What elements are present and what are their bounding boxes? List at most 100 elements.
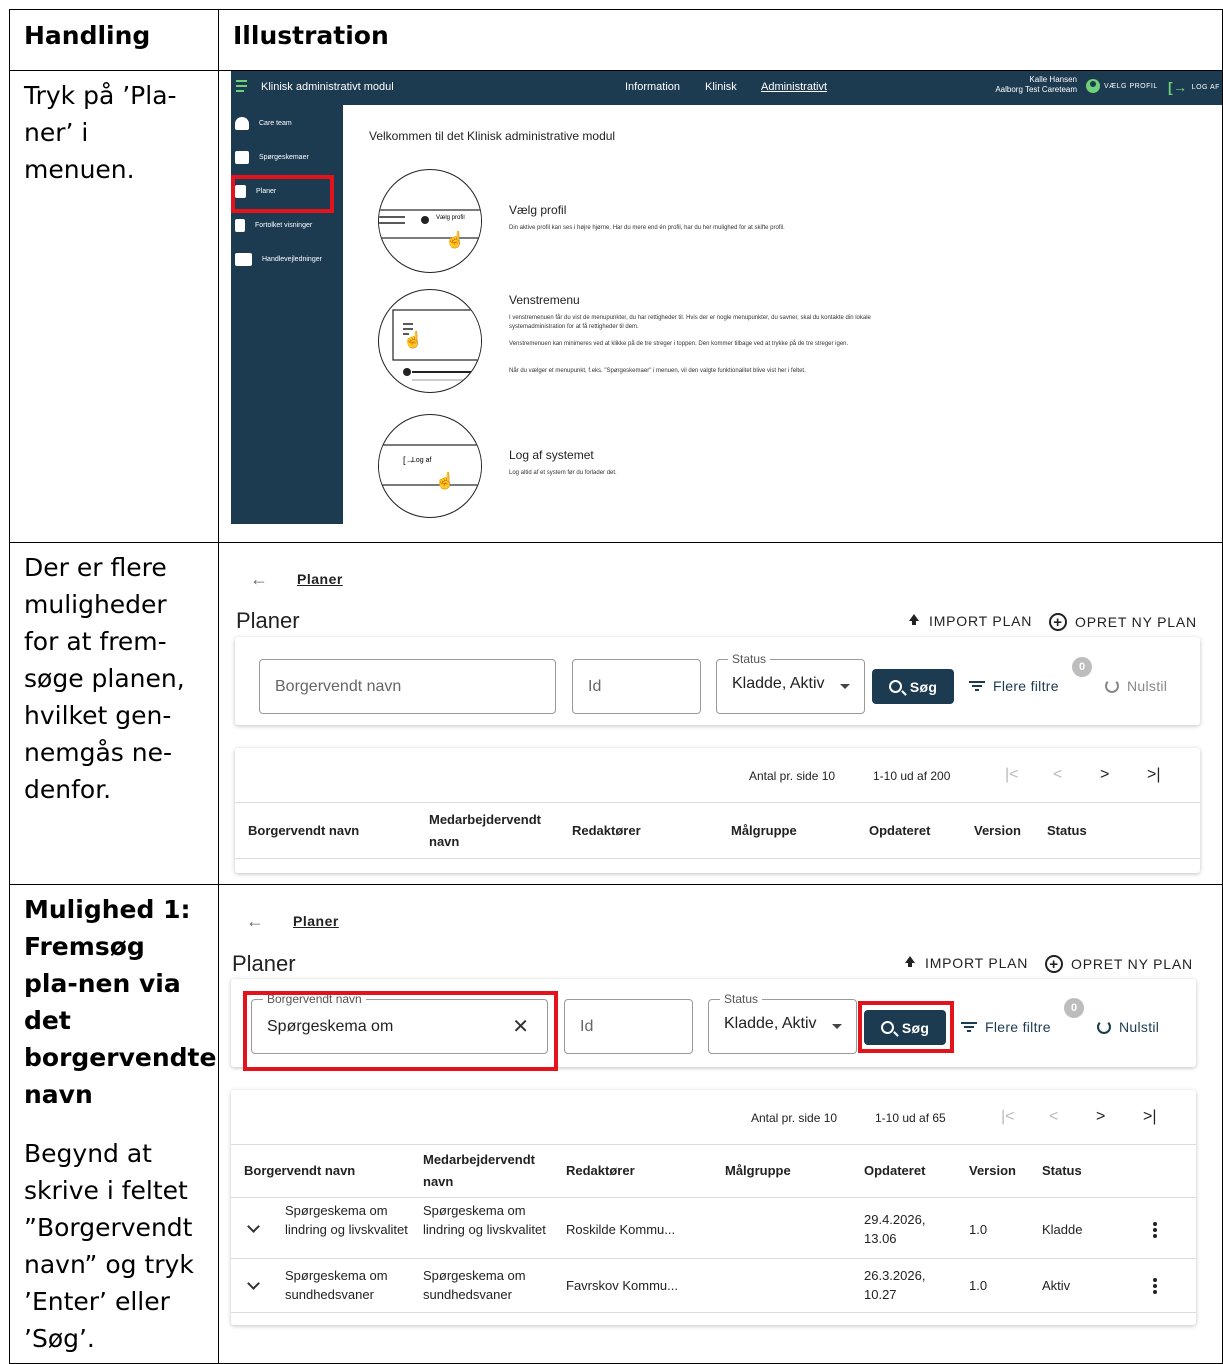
create-plan-button[interactable]: + OPRET NY PLAN (1049, 613, 1197, 631)
last-page-icon[interactable]: >| (1147, 766, 1161, 784)
id-input[interactable]: Id (572, 659, 701, 714)
more-vert-icon[interactable] (1153, 1278, 1157, 1296)
col-header-target-group[interactable]: Målgruppe (725, 1160, 791, 1182)
more-filters-button[interactable]: Flere filtre (961, 1019, 1051, 1035)
user-info: Kalle Hansen Aalborg Test Careteam (991, 75, 1077, 95)
pagination-bar: Antal pr. side 10 1-10 ud af 200 |< < > … (235, 748, 1200, 803)
menu-illustration: ☝ (378, 289, 482, 393)
nav-klinisk[interactable]: Klinisk (705, 81, 737, 93)
add-circle-icon: + (1045, 955, 1063, 973)
id-placeholder: Id (580, 1018, 594, 1035)
sidebar-item-care-team[interactable]: Care team (231, 107, 343, 139)
step-1-illustration: Klinisk administrativt modul Information… (218, 70, 1223, 543)
create-plan-button[interactable]: + OPRET NY PLAN (1045, 955, 1193, 973)
first-page-icon[interactable]: |< (1005, 766, 1019, 784)
sidebar-item-questionnaires[interactable]: Spørgeskemaer (231, 141, 343, 173)
col-header-updated[interactable]: Opdateret (869, 820, 930, 842)
create-plan-label: OPRET NY PLAN (1075, 614, 1197, 630)
breadcrumb-planer[interactable]: Planer (297, 571, 343, 587)
cell-version: 1.0 (969, 1278, 988, 1293)
app-sidebar: Care team Spørgeskemaer Planer Fortolket… (231, 105, 343, 524)
more-filters-button[interactable]: Flere filtre (969, 678, 1059, 694)
add-circle-icon: + (1049, 613, 1067, 631)
status-select[interactable]: Status Kladde, Aktiv (716, 652, 865, 714)
breadcrumb-planer[interactable]: Planer (293, 913, 339, 929)
header-illustration: Illustration (218, 9, 1223, 71)
logout-button[interactable]: [→ LOG AF (1168, 79, 1220, 95)
status-label: Status (720, 992, 763, 1006)
col-header-status[interactable]: Status (1047, 820, 1087, 842)
reset-label: Nulstil (1119, 1019, 1160, 1035)
section-title-menu: Venstremenu (509, 293, 580, 307)
col-header-status[interactable]: Status (1042, 1160, 1082, 1182)
name-placeholder: Borgervendt navn (275, 678, 402, 695)
status-value: Kladde, Aktiv (732, 675, 825, 692)
step-3-text: Mulighed 1: Fremsøg pla-nen via det borg… (9, 884, 219, 1364)
prev-page-icon[interactable]: < (1053, 766, 1062, 784)
create-plan-label: OPRET NY PLAN (1071, 956, 1193, 972)
expand-chevron-icon[interactable] (247, 1220, 260, 1233)
import-plan-button[interactable]: IMPORT PLAN (903, 955, 1028, 971)
step-1-text: Tryk på ’Pla-ner’ i menuen. (9, 70, 219, 543)
sidebar-item-fortolket-visninger[interactable]: Fortolket visninger (231, 209, 343, 241)
prev-page-icon[interactable]: < (1049, 1108, 1058, 1126)
plan-table: Antal pr. side 10 1-10 ud af 200 |< < > … (235, 748, 1200, 873)
col-header-version[interactable]: Version (974, 820, 1021, 842)
nav-information[interactable]: Information (625, 81, 680, 93)
next-page-icon[interactable]: > (1096, 1108, 1105, 1126)
people-icon (235, 116, 249, 130)
step-1-instruction: Tryk på ’Pla-ner’ i menuen. (24, 81, 177, 184)
col-header-editors[interactable]: Redaktører (572, 820, 641, 842)
cell-editor: Favrskov Kommu... (566, 1278, 678, 1293)
logout-icon: [→ (1168, 79, 1188, 95)
cell-version: 1.0 (969, 1222, 988, 1237)
next-page-icon[interactable]: > (1100, 766, 1109, 784)
reset-button[interactable]: Nulstil (1105, 678, 1167, 694)
section-text-profile: Din aktive profil kan ses i højre hjørne… (509, 225, 785, 231)
first-page-icon[interactable]: |< (1001, 1108, 1015, 1126)
col-header-target-group[interactable]: Målgruppe (731, 820, 797, 842)
col-header-version[interactable]: Version (969, 1160, 1016, 1182)
back-arrow-icon[interactable]: ← (246, 911, 264, 932)
pagination-bar: Antal pr. side 10 1-10 ud af 65 |< < > >… (231, 1090, 1196, 1145)
col-header-editors[interactable]: Redaktører (566, 1160, 635, 1182)
reset-button[interactable]: Nulstil (1097, 1019, 1159, 1035)
col-header-citizen-name[interactable]: Borgervendt navn (248, 820, 359, 842)
per-page-label[interactable]: Antal pr. side 10 (751, 1111, 837, 1125)
choose-profile-button[interactable]: VÆLG PROFIL (1086, 79, 1158, 93)
page-title: Planer (236, 608, 300, 633)
name-search-input[interactable]: Borgervendt navn (259, 659, 556, 714)
section-title-profile: Vælg profil (509, 203, 567, 217)
id-input[interactable]: Id (564, 999, 693, 1054)
col-header-staff-name[interactable]: Medarbejdervendt navn (423, 1149, 551, 1193)
status-select[interactable]: Status Kladde, Aktiv (708, 992, 857, 1054)
caret-down-icon (840, 684, 850, 689)
search-button[interactable]: Søg (872, 669, 954, 704)
step-2-text: Der er flere muligheder for at frem-søge… (9, 542, 219, 885)
step-3-illustration: ← Planer Planer IMPORT PLAN + OPRET NY P… (218, 884, 1223, 1364)
last-page-icon[interactable]: >| (1143, 1108, 1157, 1126)
sidebar-item-handlevejledninger[interactable]: Handlevejledninger (231, 243, 343, 275)
per-page-label[interactable]: Antal pr. side 10 (749, 769, 835, 783)
upload-icon (903, 956, 917, 970)
plan-table: Antal pr. side 10 1-10 ud af 65 |< < > >… (231, 1090, 1196, 1325)
status-value: Kladde, Aktiv (724, 1015, 817, 1032)
id-placeholder: Id (588, 678, 602, 695)
planer-screen-1: ← Planer Planer IMPORT PLAN + OPRET NY P… (231, 544, 1216, 873)
sidebar-item-label: Spørgeskemaer (259, 153, 309, 161)
expand-chevron-icon[interactable] (247, 1277, 260, 1290)
nav-administrativt[interactable]: Administrativt (761, 81, 827, 93)
sidebar-item-label: Fortolket visninger (255, 221, 313, 229)
header-handling: Handling (9, 9, 219, 71)
col-header-citizen-name[interactable]: Borgervendt navn (244, 1160, 355, 1182)
back-arrow-icon[interactable]: ← (250, 569, 268, 590)
menu-toggle-icon[interactable] (236, 80, 252, 94)
logout-illustration: Log af [→ ☝ (378, 414, 482, 518)
row-divider (231, 1197, 1196, 1198)
col-header-staff-name[interactable]: Medarbejdervendt navn (429, 809, 557, 853)
more-vert-icon[interactable] (1153, 1222, 1157, 1240)
filter-count-badge: 0 (1064, 998, 1084, 1018)
import-plan-button[interactable]: IMPORT PLAN (907, 613, 1032, 629)
col-header-updated[interactable]: Opdateret (864, 1160, 925, 1182)
page-title: Planer (232, 951, 296, 976)
